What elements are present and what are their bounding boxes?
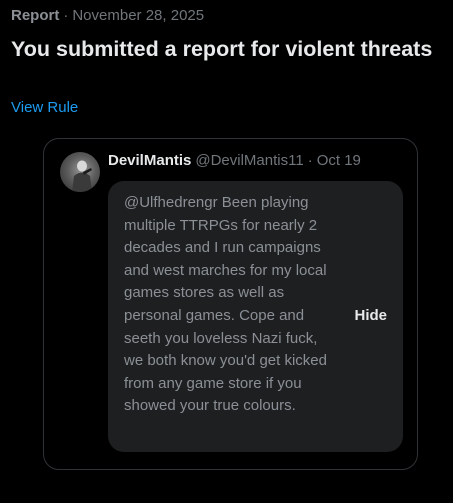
post-author-line: DevilMantis @DevilMantis11 · Oct 19 xyxy=(108,151,361,171)
author-handle[interactable]: @DevilMantis11 xyxy=(195,152,303,169)
avatar[interactable] xyxy=(60,152,100,192)
post-date[interactable]: Oct 19 xyxy=(317,152,361,169)
reported-content-box: @Ulfhedrengr Been playing multiple TTRPG… xyxy=(108,181,403,452)
report-meta: Report · November 28, 2025 xyxy=(11,6,204,26)
author-name[interactable]: DevilMantis xyxy=(108,152,191,169)
report-date: November 28, 2025 xyxy=(72,7,205,24)
meta-separator: · xyxy=(63,7,69,24)
author-separator: · xyxy=(307,152,313,169)
hide-button[interactable]: Hide xyxy=(354,306,387,326)
view-rule-link[interactable]: View Rule xyxy=(11,98,78,118)
post-text: @Ulfhedrengr Been playing multiple TTRPG… xyxy=(124,194,327,415)
avatar-image-icon xyxy=(72,160,92,192)
reported-post-card[interactable]: DevilMantis @DevilMantis11 · Oct 19 @Ulfhed… xyxy=(43,138,418,470)
report-type-label: Report xyxy=(11,7,60,24)
report-title: You submitted a report for violent threa… xyxy=(11,37,433,61)
